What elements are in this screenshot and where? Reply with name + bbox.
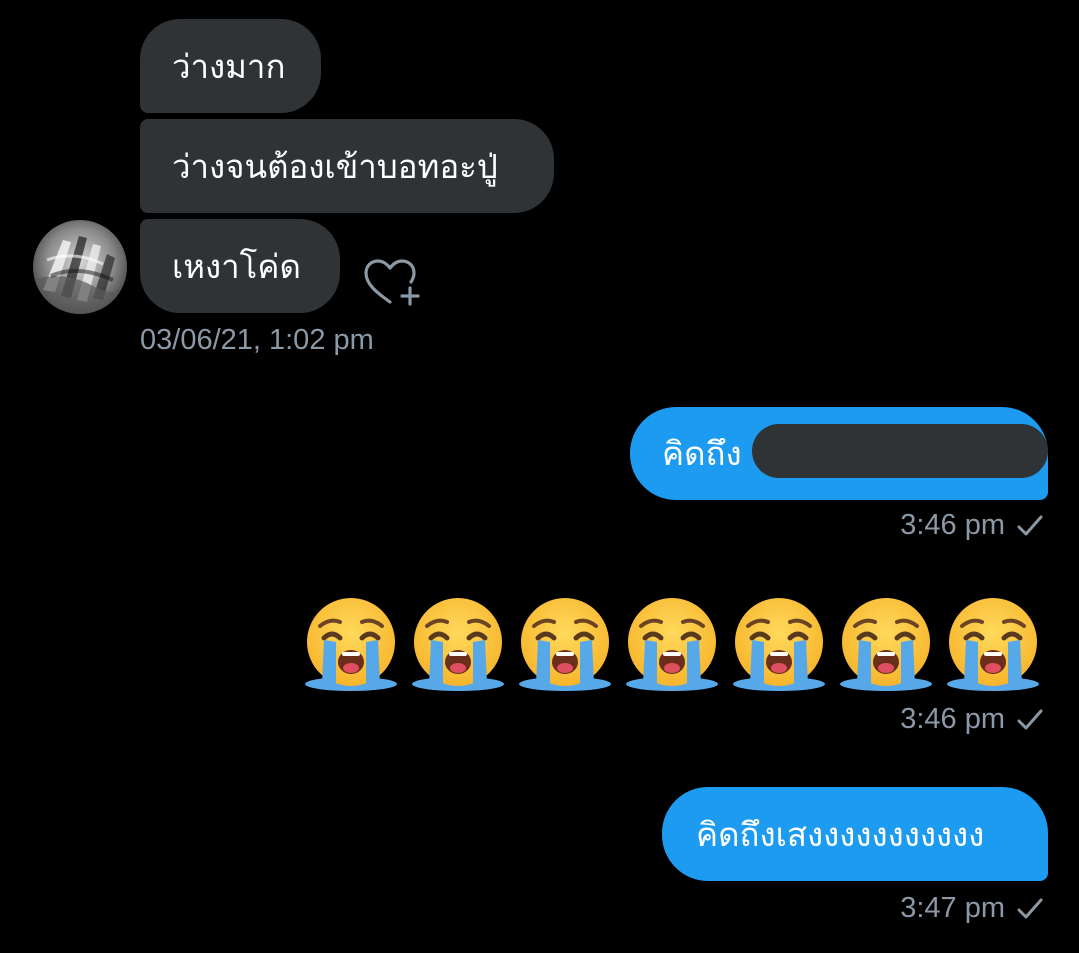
emoji-message[interactable] [302, 596, 1042, 694]
sent-message[interactable]: คิดถึงเสงงงงงงงงงงง [662, 787, 1048, 881]
check-icon [1017, 898, 1043, 918]
message-timestamp: 03/06/21, 1:02 pm [140, 324, 374, 356]
message-status: 3:47 pm [900, 894, 1043, 923]
loudly-crying-face-icon [840, 598, 932, 691]
received-message[interactable]: ว่างจนต้องเข้าบอทอะปู่ [140, 119, 554, 213]
loudly-crying-face-icon [305, 598, 397, 691]
heart-plus-icon [364, 259, 420, 306]
message-time: 3:47 pm [900, 892, 1005, 924]
message-text: คิดถึง [662, 434, 742, 473]
received-message[interactable]: เหงาโค่ด [140, 219, 340, 313]
message-status: 3:46 pm [900, 511, 1043, 540]
check-icon [1017, 709, 1043, 729]
message-time: 3:46 pm [900, 509, 1005, 541]
message-text: ว่างจนต้องเข้าบอทอะปู่ [172, 146, 498, 186]
avatar[interactable] [33, 220, 127, 314]
message-text: ว่างมาก [172, 46, 286, 86]
message-text: เหงาโค่ด [172, 246, 301, 286]
message-text: คิดถึงเสงงงงงงงงงงง [696, 814, 985, 854]
add-reaction-button[interactable] [362, 258, 426, 312]
loudly-crying-face-icon [733, 598, 825, 691]
loudly-crying-face-icon [412, 598, 504, 691]
check-icon [1017, 515, 1043, 535]
loudly-crying-face-icon [947, 598, 1039, 691]
avatar-image [33, 220, 127, 314]
redaction-bar [752, 424, 1048, 478]
loudly-crying-face-icon [519, 598, 611, 691]
message-time: 3:46 pm [900, 703, 1005, 735]
message-status: 3:46 pm [900, 705, 1043, 734]
received-message[interactable]: ว่างมาก [140, 19, 321, 113]
loudly-crying-face-icon [626, 598, 718, 691]
